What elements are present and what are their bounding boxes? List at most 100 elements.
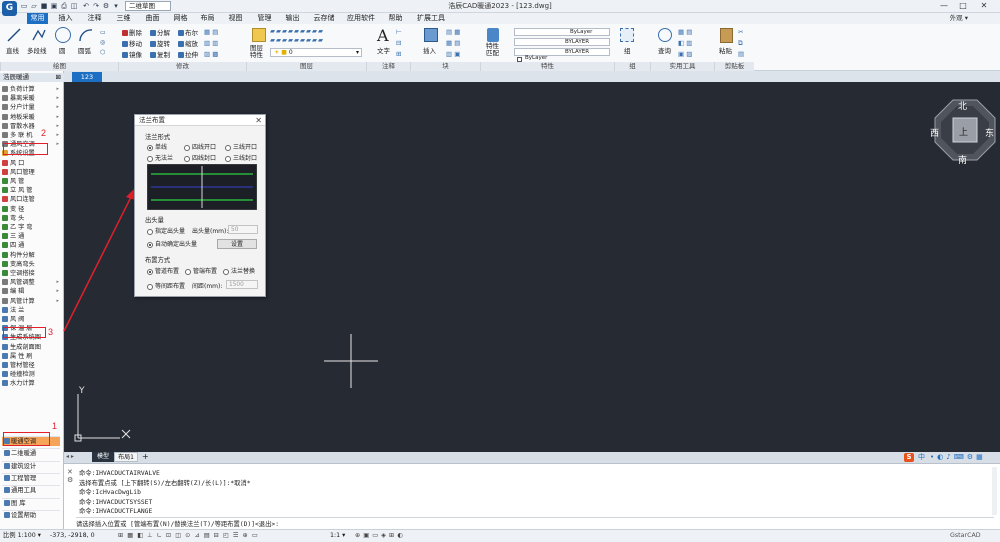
spacing-input[interactable]: 1500 [226, 280, 258, 289]
panel-category[interactable]: 通用工具 [2, 485, 60, 495]
save-as-icon[interactable]: ▣ [50, 2, 58, 10]
panel-item[interactable]: 变 径 [2, 205, 60, 214]
panel-item[interactable]: 法 兰 [2, 306, 60, 315]
move-tool[interactable]: 移动 [122, 38, 142, 48]
panel-item[interactable]: 风管调整 ▸ [2, 278, 60, 287]
rotate-tool[interactable]: 旋转 [150, 38, 170, 48]
tab-layout1[interactable]: 布局1 [114, 452, 138, 462]
form-option-none[interactable]: 无法兰 [147, 153, 173, 162]
save-icon[interactable]: ■ [40, 2, 48, 10]
annotation-more-icons[interactable]: ⊢ ⊟ ⊞ [396, 27, 402, 60]
status-tools[interactable]: ⊕▣▭◈⊞◐ [355, 530, 406, 542]
layout-option-pipe[interactable]: 管道布置 [147, 266, 179, 275]
compass-west[interactable]: 西 [930, 126, 939, 139]
tab-cloud-storage[interactable]: 云存储 [310, 13, 338, 24]
panel-item[interactable]: 碰撞检测 [2, 370, 60, 379]
tab-insert[interactable]: 插入 [55, 13, 76, 24]
panel-item[interactable]: 属 性 刷 [2, 352, 60, 361]
compass-east[interactable]: 东 [985, 126, 994, 139]
scale-tool[interactable]: 缩放 [178, 38, 198, 48]
draw-more-icons[interactable]: ▭ ◎ ⬡ [100, 28, 112, 58]
gear-icon[interactable]: ⚙ [102, 2, 110, 10]
query-tool-label[interactable]: 查询 [658, 45, 671, 55]
text-icon[interactable]: A [377, 26, 389, 45]
tab-layout[interactable]: 布局 [197, 13, 218, 24]
ime-toolbar-icons[interactable]: •◐♪⌨⚙▦ [930, 452, 986, 463]
match-properties-label[interactable]: 特性 匹配 [486, 43, 499, 57]
query-icon[interactable] [658, 28, 672, 42]
line-tool-label[interactable]: 直线 [6, 45, 19, 55]
panel-category[interactable]: 图 库 [2, 497, 60, 508]
circle-icon[interactable] [55, 27, 71, 43]
tab-drawing-123[interactable]: 123 [72, 72, 102, 82]
panel-item[interactable]: 水力计算 [2, 379, 60, 388]
panel-item[interactable]: 四 通 [2, 241, 60, 250]
panel-item[interactable]: 三 通 [2, 232, 60, 241]
panel-item[interactable]: 生成剖面图 [2, 343, 60, 352]
paste-tool-label[interactable]: 粘贴 [719, 45, 732, 55]
linetype-dropdown[interactable]: ByLayer [514, 28, 610, 36]
text-tool-label[interactable]: 文字 [377, 45, 390, 55]
stretch-tool[interactable]: 拉伸 [178, 49, 198, 59]
form-option-single[interactable]: 单线 [147, 142, 167, 151]
erase-tool[interactable]: 删除 [122, 27, 142, 37]
line-icon[interactable] [6, 27, 22, 43]
panel-category[interactable]: 设置帮助 [2, 509, 60, 520]
panel-item[interactable]: 弯 头 [2, 214, 60, 223]
panel-item[interactable]: 地板采暖 ▸ [2, 113, 60, 122]
tab-surface[interactable]: 曲面 [142, 13, 163, 24]
panel-item[interactable]: 冒散水器 ▸ [2, 122, 60, 131]
redo-icon[interactable]: ↷ [92, 2, 100, 10]
workspace-select[interactable]: 二维草图 [125, 1, 171, 11]
protrude-value-input[interactable]: 50 [228, 225, 258, 234]
mirror-tool[interactable]: 镜像 [122, 49, 142, 59]
paste-icon[interactable] [720, 28, 733, 43]
tab-output[interactable]: 输出 [282, 13, 303, 24]
tab-annotate[interactable]: 注释 [84, 13, 105, 24]
panel-item[interactable]: 管材管径 [2, 361, 60, 370]
dialog-title-bar[interactable]: 法兰布置 ✕ [135, 115, 265, 126]
panel-item[interactable]: 风 管 [2, 177, 60, 186]
panel-item[interactable]: 风 口 [2, 159, 60, 168]
app-logo-icon[interactable]: G [2, 1, 17, 16]
polyline-icon[interactable] [31, 27, 47, 43]
panel-item[interactable]: 编 辑 ▸ [2, 287, 60, 296]
layout-option-replace[interactable]: 法兰替换 [223, 266, 255, 275]
panel-item[interactable]: 暴离采暖 ▸ [2, 94, 60, 103]
tab-mesh[interactable]: 网格 [170, 13, 191, 24]
maximize-button[interactable]: □ [957, 1, 969, 11]
arc-icon[interactable] [78, 27, 94, 43]
form-option-four-closed[interactable]: 四线封口 [184, 153, 216, 162]
protrude-option-specify[interactable]: 指定出头量 [147, 226, 185, 235]
command-scrollbar[interactable] [992, 467, 997, 515]
match-properties-icon[interactable] [487, 28, 499, 42]
layer-dropdown[interactable]: ☀ ■ 0 ▾ [270, 48, 362, 57]
polyline-tool-label[interactable]: 多段线 [27, 45, 47, 55]
tab-model[interactable]: 模型 [92, 452, 114, 462]
tab-applications[interactable]: 应用软件 [344, 13, 378, 24]
compass-north[interactable]: 北 [958, 99, 967, 112]
insert-block-label[interactable]: 插入 [423, 45, 436, 55]
ime-language[interactable]: 中 [918, 452, 925, 463]
panel-category[interactable]: 二维暖通 [2, 448, 60, 458]
appearance-menu[interactable]: 外观 ▾ [950, 13, 968, 24]
panel-item[interactable]: 立 风 管 [2, 186, 60, 195]
print-icon[interactable]: ⎙ [60, 2, 68, 10]
color-value[interactable]: ByLayer [525, 55, 547, 61]
preview-icon[interactable]: ◫ [70, 2, 78, 10]
panel-close-icon[interactable]: ⊠ [56, 73, 61, 82]
tab-3d[interactable]: 三维 [113, 13, 134, 24]
panel-item[interactable]: 空调搭接 [2, 269, 60, 278]
tab-help[interactable]: 帮助 [385, 13, 406, 24]
utility-more-icons[interactable]: ▦ ▤ ◧ ▥ ▣ ▨ [678, 27, 692, 60]
panel-item[interactable]: 风口连管 [2, 195, 60, 204]
minimize-button[interactable]: — [938, 1, 950, 11]
dropdown-icon[interactable]: ▾ [112, 2, 120, 10]
layer-properties-label[interactable]: 图层 特性 [250, 45, 263, 59]
protrude-option-auto[interactable]: 自动确定出头量 [147, 239, 197, 248]
tab-manage[interactable]: 管理 [254, 13, 275, 24]
dialog-close-icon[interactable]: ✕ [255, 115, 262, 126]
undo-icon[interactable]: ↶ [82, 2, 90, 10]
compass-south[interactable]: 南 [958, 153, 967, 166]
form-option-three-open[interactable]: 三线开口 [225, 142, 257, 151]
